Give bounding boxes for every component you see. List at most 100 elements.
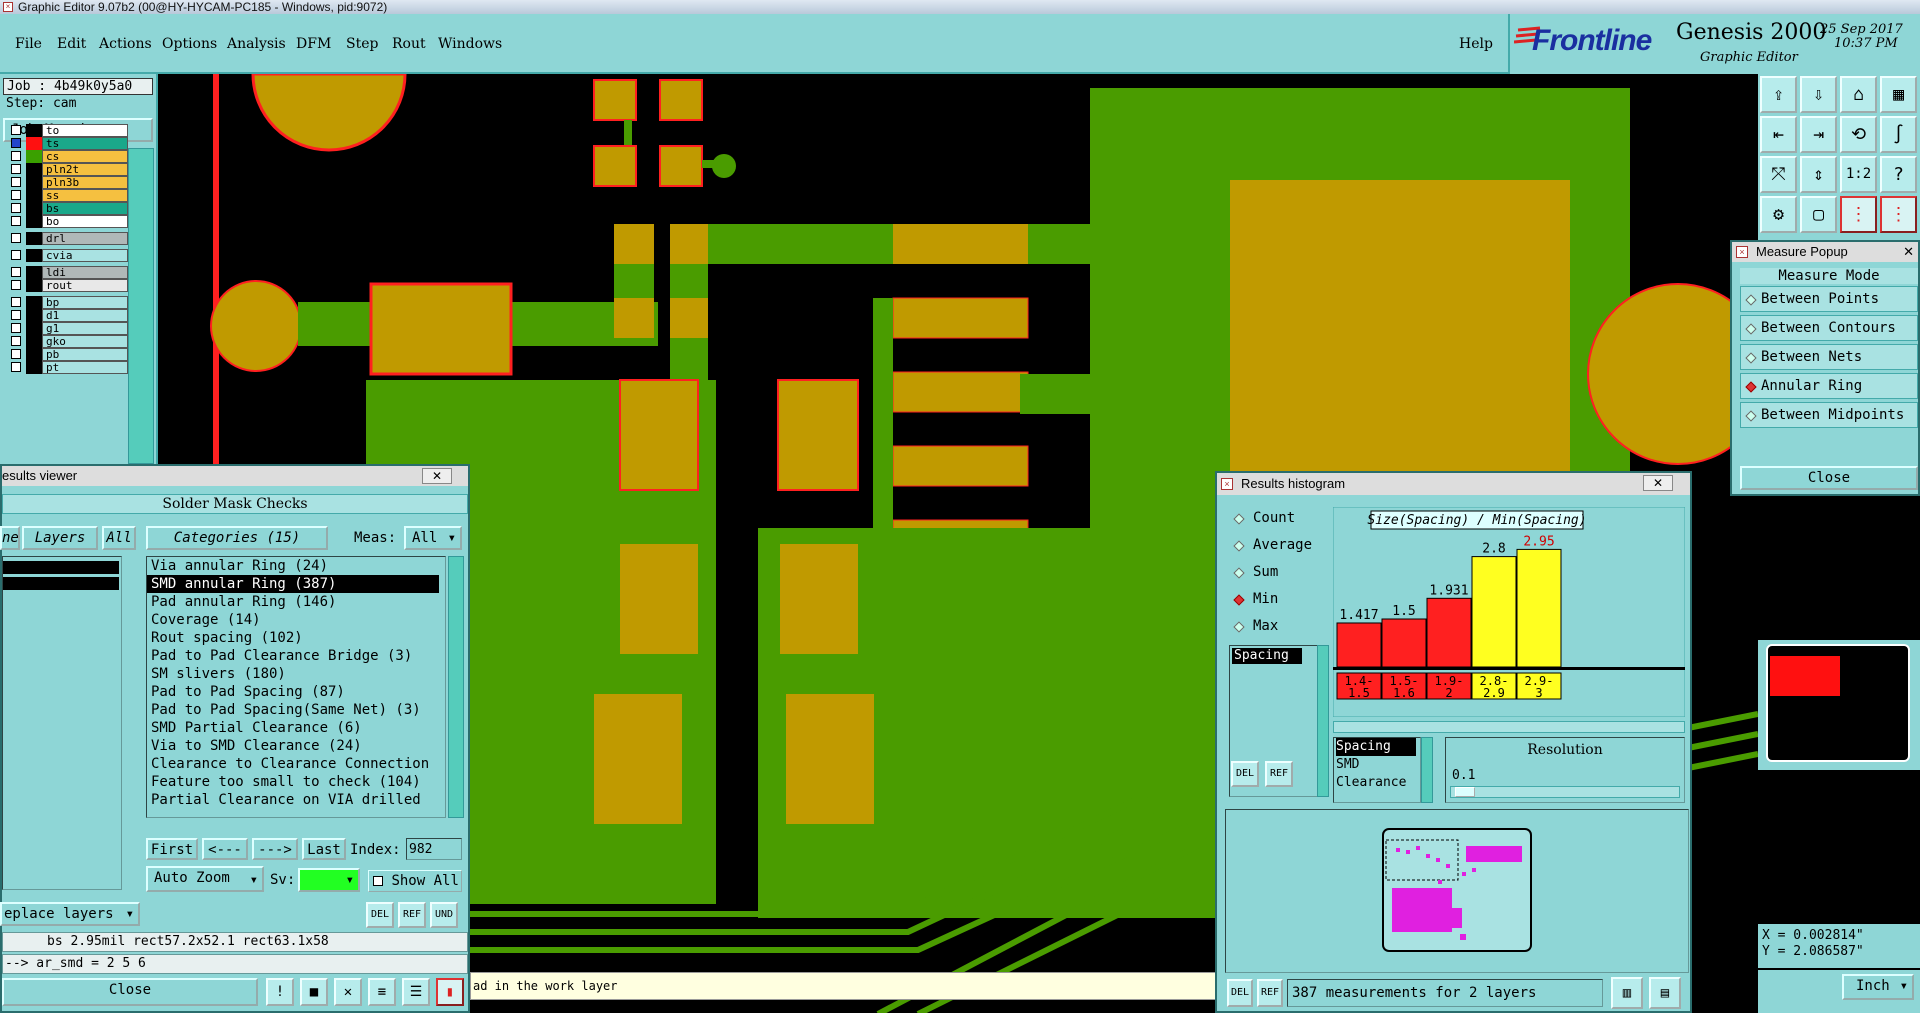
category-scrollbar[interactable] bbox=[448, 556, 464, 818]
layer-row-ss[interactable]: ss bbox=[6, 189, 128, 202]
menu-help[interactable]: Help bbox=[1459, 36, 1493, 52]
layer-checkbox[interactable] bbox=[11, 125, 21, 135]
layer-row-pln2t[interactable]: pln2t bbox=[6, 163, 128, 176]
histogram-mode-count[interactable]: Count bbox=[1227, 509, 1327, 529]
category-item[interactable]: Rout spacing (102) bbox=[147, 629, 445, 647]
open-icon[interactable]: ⇪ bbox=[1760, 76, 1797, 113]
layer-result-list[interactable] bbox=[2, 556, 122, 890]
close-icon[interactable]: ✕ bbox=[1903, 242, 1914, 262]
categories-tab[interactable]: Categories (15) bbox=[146, 526, 328, 550]
prev-button[interactable]: <--- bbox=[202, 838, 248, 860]
layer-checkbox[interactable] bbox=[11, 151, 21, 161]
layer-row-to[interactable]: to bbox=[6, 124, 128, 137]
units-select[interactable]: Inch ▾ bbox=[1842, 974, 1914, 1000]
layer-row-pt[interactable]: pt bbox=[6, 361, 128, 374]
undo-icon[interactable]: UND bbox=[430, 902, 458, 928]
layer-row-ts[interactable]: ts bbox=[6, 137, 128, 150]
layer-checkbox[interactable] bbox=[11, 267, 21, 277]
measure-mode-between-points[interactable]: Between Points bbox=[1740, 286, 1918, 312]
layer-checkbox[interactable] bbox=[11, 297, 21, 307]
layer-row-rout[interactable]: rout bbox=[6, 279, 128, 292]
menu-rout[interactable]: Rout bbox=[392, 36, 426, 52]
category-item[interactable]: SMD Partial Clearance (6) bbox=[147, 719, 445, 737]
category-item[interactable]: SM slivers (180) bbox=[147, 665, 445, 683]
close-icon[interactable]: ✕ bbox=[1643, 475, 1673, 491]
chart-options-icon[interactable]: ▥ bbox=[1611, 977, 1643, 1009]
chart-export-icon[interactable]: ▤ bbox=[1649, 977, 1681, 1009]
layer-row-bp[interactable]: bp bbox=[6, 296, 128, 309]
settings-icon[interactable]: ⋮ bbox=[1880, 196, 1917, 233]
home-icon[interactable]: ⌂ bbox=[1840, 76, 1877, 113]
layer-checkbox[interactable] bbox=[11, 216, 21, 226]
warning-icon[interactable]: ! bbox=[266, 978, 294, 1006]
measure-icon[interactable]: ⚙ bbox=[1760, 196, 1797, 233]
del-icon[interactable]: DEL bbox=[366, 902, 394, 928]
pan-right-icon[interactable]: ⇥ bbox=[1800, 116, 1837, 153]
histogram-mode-max[interactable]: Max bbox=[1227, 617, 1327, 637]
all-layers-button[interactable]: All bbox=[102, 526, 136, 550]
next-button[interactable]: ---> bbox=[252, 838, 298, 860]
histogram-bar[interactable] bbox=[1426, 597, 1472, 668]
index-input[interactable] bbox=[406, 838, 462, 860]
slider-handle[interactable] bbox=[1455, 787, 1475, 797]
measure-mode-between-nets[interactable]: Between Nets bbox=[1740, 344, 1918, 370]
list-icon[interactable]: ☰ bbox=[402, 978, 430, 1006]
histogram-bar[interactable] bbox=[1381, 618, 1427, 668]
histogram-bar[interactable] bbox=[1336, 622, 1382, 668]
category-item[interactable]: Pad annular Ring (146) bbox=[147, 593, 445, 611]
layer-checkbox[interactable] bbox=[11, 280, 21, 290]
left-tab[interactable]: ne bbox=[0, 526, 20, 550]
layer-row-gko[interactable]: gko bbox=[6, 335, 128, 348]
sv-color-select[interactable]: ▾ bbox=[298, 868, 360, 892]
category-list[interactable]: Via annular Ring (24) SMD annular Ring (3… bbox=[146, 556, 446, 818]
layer-row-drl[interactable]: drl bbox=[6, 232, 128, 245]
menu-file[interactable]: File bbox=[15, 36, 42, 52]
layer-checkbox[interactable] bbox=[11, 349, 21, 359]
menu-dfm[interactable]: DFM bbox=[296, 36, 331, 52]
viewer-close-button[interactable]: Close bbox=[2, 978, 258, 1006]
help-icon[interactable]: ? bbox=[1880, 156, 1917, 193]
snap-icon[interactable]: ∫ bbox=[1880, 116, 1917, 153]
category-item[interactable]: Pad to Pad Spacing (87) bbox=[147, 683, 445, 701]
layer-row-pln3b[interactable]: pln3b bbox=[6, 176, 128, 189]
category-item[interactable]: Coverage (14) bbox=[147, 611, 445, 629]
measure-close-button[interactable]: Close bbox=[1740, 466, 1918, 490]
layer-checkbox[interactable] bbox=[11, 203, 21, 213]
category-item[interactable]: Clearance to Clearance Connection bbox=[147, 755, 445, 773]
attribute-item[interactable]: Spacing bbox=[1336, 738, 1416, 756]
stop-icon[interactable]: ■ bbox=[300, 978, 328, 1006]
category-item[interactable]: SMD annular Ring (387) bbox=[147, 575, 439, 593]
histogram-bar[interactable] bbox=[1516, 548, 1562, 668]
pan-left-icon[interactable]: ⇤ bbox=[1760, 116, 1797, 153]
histogram-mode-sum[interactable]: Sum bbox=[1227, 563, 1327, 583]
board-preview[interactable] bbox=[1382, 828, 1532, 952]
layer-row-bo[interactable]: bo bbox=[6, 215, 128, 228]
layer-checkbox[interactable] bbox=[11, 138, 21, 148]
save-icon[interactable]: ⇩ bbox=[1800, 76, 1837, 113]
attribute-item[interactable]: SMD bbox=[1336, 756, 1420, 774]
layer-checkbox[interactable] bbox=[11, 336, 21, 346]
histogram-icon[interactable]: ▮ bbox=[436, 978, 464, 1006]
histogram-list-item[interactable]: Spacing bbox=[1232, 648, 1302, 664]
replace-layers-select[interactable]: eplace layers ▾ bbox=[0, 902, 140, 926]
measure-mode-between-midpoints[interactable]: Between Midpoints bbox=[1740, 402, 1918, 428]
histogram-chart[interactable]: Size(Spacing) / Min(Spacing)1.4171.4-1.5… bbox=[1333, 507, 1685, 717]
ref-icon[interactable]: REF bbox=[398, 902, 426, 928]
report-icon[interactable]: ≡ bbox=[368, 978, 396, 1006]
command-line[interactable]: --> ar_smd = 2 5 6 bbox=[2, 954, 468, 974]
ref-icon[interactable]: REF bbox=[1257, 979, 1283, 1007]
menu-windows[interactable]: Windows bbox=[438, 36, 502, 52]
layer-row-pb[interactable]: pb bbox=[6, 348, 128, 361]
layer-checkbox[interactable] bbox=[11, 190, 21, 200]
layer-result-row[interactable] bbox=[3, 561, 119, 574]
measure-mode-between-contours[interactable]: Between Contours bbox=[1740, 315, 1918, 341]
layers-tab[interactable]: Layers bbox=[22, 526, 98, 550]
grid-icon[interactable]: ▦ bbox=[1880, 76, 1917, 113]
last-button[interactable]: Last bbox=[302, 838, 346, 860]
del-icon[interactable]: DEL bbox=[1227, 979, 1253, 1007]
scale-icon[interactable]: 1:2 bbox=[1840, 156, 1877, 193]
attribute-list[interactable]: Spacing SMD Clearance bbox=[1333, 737, 1421, 803]
layer-row-ldi[interactable]: ldi bbox=[6, 266, 128, 279]
category-item[interactable]: Pad to Pad Spacing(Same Net) (3) bbox=[147, 701, 445, 719]
meas-select[interactable]: All ▾ bbox=[404, 526, 462, 550]
